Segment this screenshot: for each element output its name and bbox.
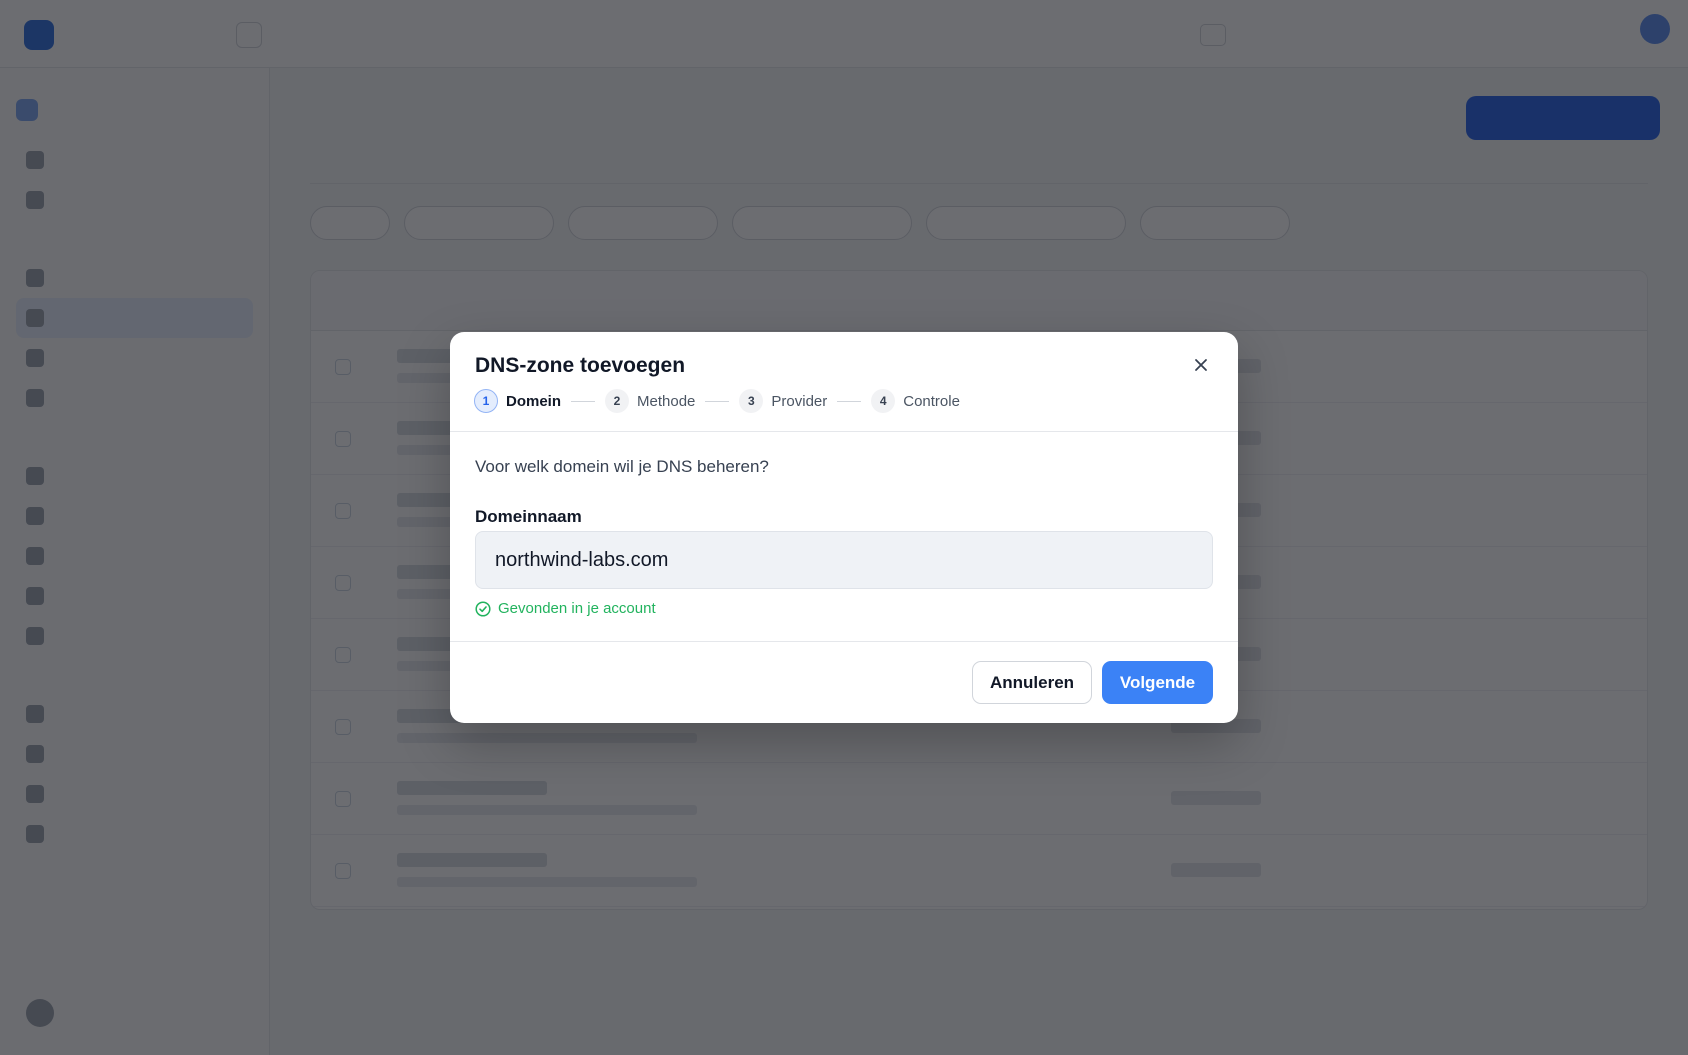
wizard-stepper: 1 Domein 2 Methode 3 Provider 4 Controle bbox=[474, 389, 960, 413]
domain-name-input[interactable] bbox=[475, 531, 1213, 589]
step-number: 3 bbox=[739, 389, 764, 413]
modal-header: DNS-zone toevoegen 1 Domein 2 Methode 3 … bbox=[450, 332, 1238, 432]
close-button[interactable] bbox=[1188, 352, 1214, 378]
step-provider: 3 Provider bbox=[739, 389, 827, 413]
step-label: Controle bbox=[903, 392, 960, 410]
step-methode: 2 Methode bbox=[605, 389, 695, 413]
step-label: Methode bbox=[637, 392, 696, 410]
step-controle: 4 Controle bbox=[871, 389, 960, 413]
step-label: Domein bbox=[506, 392, 562, 410]
modal-body: Voor welk domein wil je DNS beheren? Dom… bbox=[450, 432, 1238, 642]
cancel-button[interactable]: Annuleren bbox=[972, 661, 1092, 704]
step-number: 2 bbox=[605, 389, 630, 413]
close-icon bbox=[1195, 359, 1207, 371]
modal-title: DNS-zone toevoegen bbox=[475, 354, 686, 377]
domain-question: Voor welk domein wil je DNS beheren? bbox=[475, 457, 769, 476]
step-number: 1 bbox=[474, 389, 498, 413]
domain-field-label: Domeinnaam bbox=[475, 507, 582, 526]
step-label: Provider bbox=[771, 392, 828, 410]
step-number: 4 bbox=[871, 389, 896, 413]
validation-message: Gevonden in je account bbox=[498, 600, 656, 617]
step-domein: 1 Domein bbox=[474, 389, 561, 413]
domain-validation: Gevonden in je account bbox=[475, 600, 656, 617]
step-connector bbox=[837, 400, 862, 402]
check-circle-icon bbox=[475, 600, 491, 617]
add-dns-zone-dialog: DNS-zone toevoegen 1 Domein 2 Methode 3 … bbox=[450, 332, 1238, 723]
step-connector bbox=[705, 400, 730, 402]
step-connector bbox=[571, 400, 596, 402]
next-button[interactable]: Volgende bbox=[1102, 661, 1213, 704]
